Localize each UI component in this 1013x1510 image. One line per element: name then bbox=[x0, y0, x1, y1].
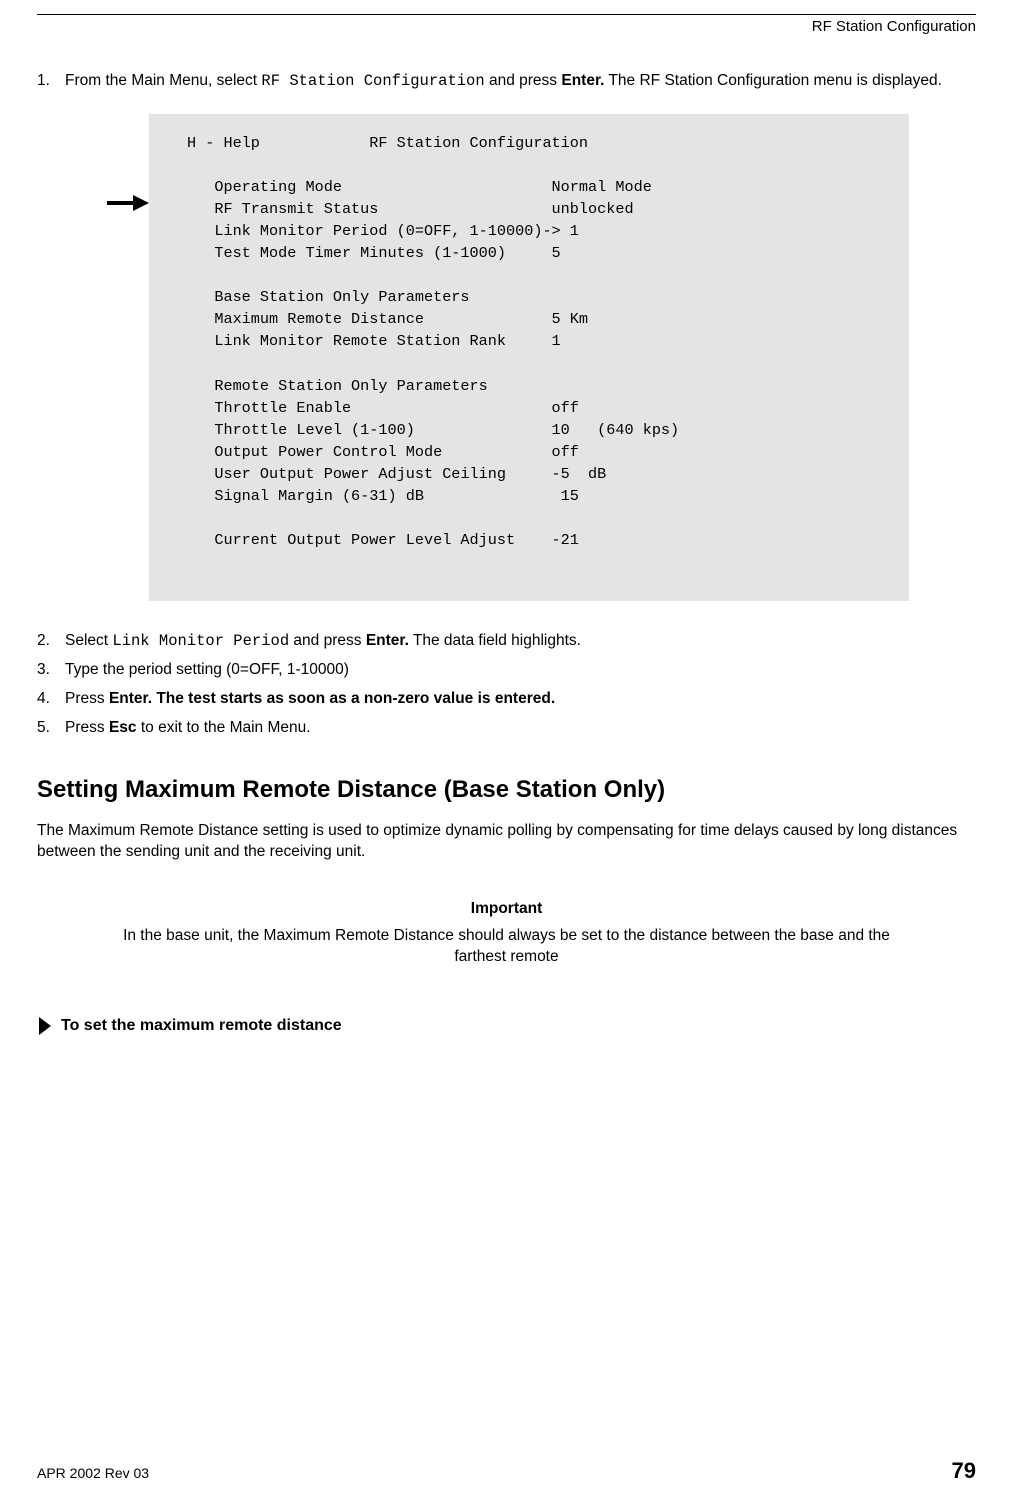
step-item: 5.Press Esc to exit to the Main Menu. bbox=[37, 718, 976, 739]
procedure-arrow-icon bbox=[37, 1017, 51, 1035]
pointer-arrow-icon bbox=[107, 194, 149, 212]
step-body: Select Link Monitor Period and press Ent… bbox=[65, 631, 976, 652]
step-number: 4. bbox=[37, 689, 65, 710]
step-number: 3. bbox=[37, 660, 65, 681]
terminal-screen: H - Help RF Station Configuration Operat… bbox=[149, 114, 909, 601]
important-note: Important In the base unit, the Maximum … bbox=[117, 899, 897, 968]
important-text: In the base unit, the Maximum Remote Dis… bbox=[117, 926, 897, 968]
page: RF Station Configuration 1.From the Main… bbox=[0, 14, 1013, 1510]
page-number: 79 bbox=[952, 1456, 976, 1486]
section-heading: Setting Maximum Remote Distance (Base St… bbox=[37, 774, 976, 806]
section-paragraph: The Maximum Remote Distance setting is u… bbox=[37, 821, 976, 863]
step-number: 1. bbox=[37, 71, 65, 92]
step-body: Type the period setting (0=OFF, 1-10000) bbox=[65, 660, 976, 681]
running-header: RF Station Configuration bbox=[37, 14, 976, 37]
procedure-heading: To set the maximum remote distance bbox=[37, 1015, 976, 1037]
procedure-title: To set the maximum remote distance bbox=[61, 1015, 342, 1037]
step-number: 5. bbox=[37, 718, 65, 739]
step-item: 4.Press Enter. The test starts as soon a… bbox=[37, 689, 976, 710]
step-item: 1.From the Main Menu, select RF Station … bbox=[37, 71, 976, 92]
step-number: 2. bbox=[37, 631, 65, 652]
terminal-container: H - Help RF Station Configuration Operat… bbox=[149, 114, 976, 601]
page-footer: APR 2002 Rev 03 79 bbox=[37, 1456, 976, 1486]
page-content: 1.From the Main Menu, select RF Station … bbox=[37, 37, 976, 1037]
step-body: Press Esc to exit to the Main Menu. bbox=[65, 718, 976, 739]
step-item: 3.Type the period setting (0=OFF, 1-1000… bbox=[37, 660, 976, 681]
footer-left: APR 2002 Rev 03 bbox=[37, 1464, 149, 1483]
procedure-steps-2: 2.Select Link Monitor Period and press E… bbox=[37, 631, 976, 739]
procedure-steps-1: 1.From the Main Menu, select RF Station … bbox=[37, 71, 976, 92]
step-body: From the Main Menu, select RF Station Co… bbox=[65, 71, 976, 92]
step-body: Press Enter. The test starts as soon as … bbox=[65, 689, 976, 710]
running-header-title: RF Station Configuration bbox=[812, 18, 976, 35]
step-item: 2.Select Link Monitor Period and press E… bbox=[37, 631, 976, 652]
important-title: Important bbox=[117, 899, 897, 920]
